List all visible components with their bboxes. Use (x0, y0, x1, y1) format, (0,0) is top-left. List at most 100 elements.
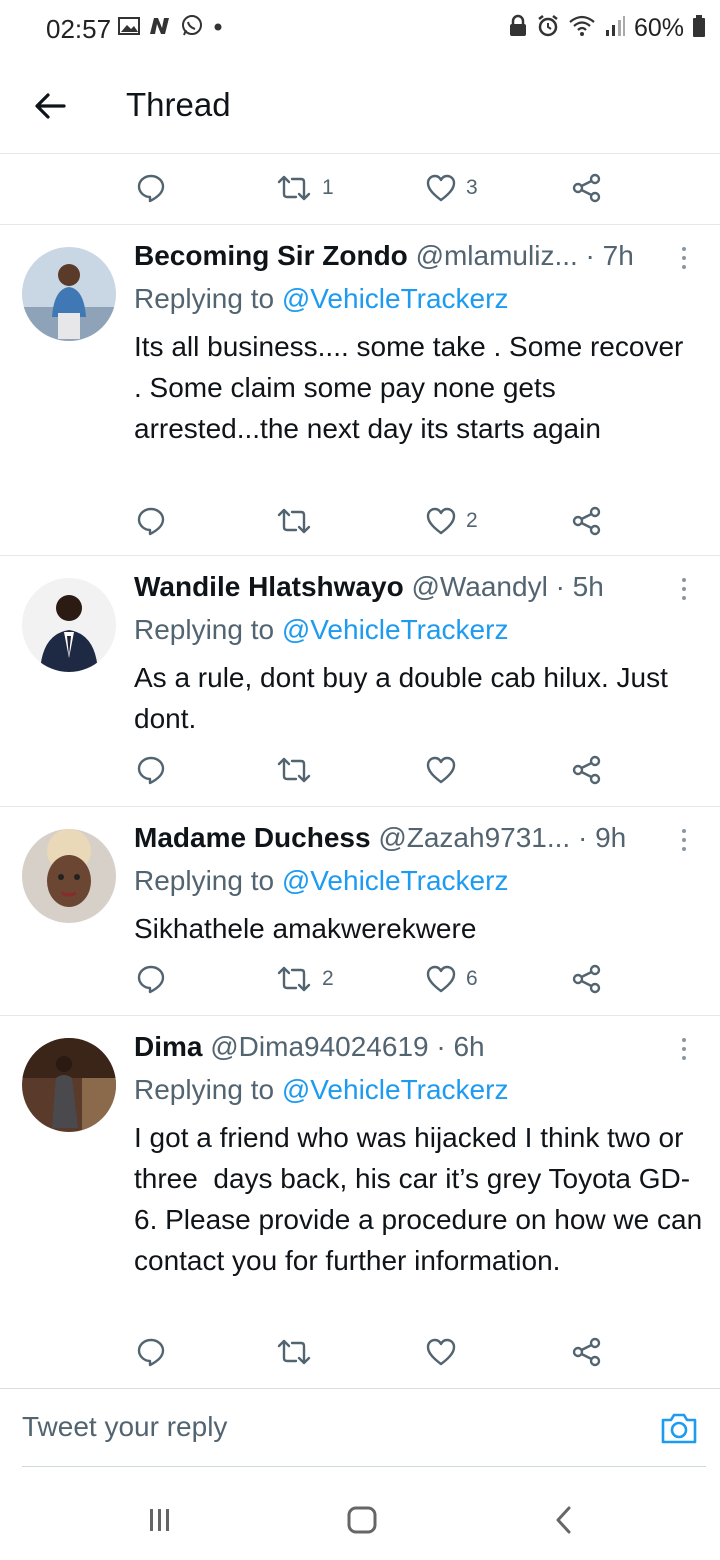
avatar[interactable] (22, 1038, 116, 1132)
tweet-actions: 2 (0, 501, 720, 541)
home-button[interactable] (342, 1500, 382, 1540)
retweet-icon (277, 175, 311, 201)
reply-input[interactable] (22, 1405, 582, 1449)
reply-icon (137, 1338, 165, 1367)
tweet-actions (0, 750, 720, 790)
like-button[interactable]: 6 (426, 959, 478, 999)
author-handle[interactable]: @Zazah9731... (378, 822, 570, 853)
reply-icon (137, 174, 165, 203)
reply-button[interactable] (136, 959, 166, 999)
author-name[interactable]: Madame Duchess (134, 822, 371, 853)
share-button[interactable] (572, 750, 602, 790)
avatar[interactable] (22, 247, 116, 341)
like-count: 2 (466, 509, 478, 532)
status-bar: 02:57 60% (0, 0, 720, 58)
author-name[interactable]: Wandile Hlatshwayo (134, 571, 404, 602)
wifi-icon (568, 14, 596, 43)
system-nav-bar (0, 1478, 720, 1560)
reply-button[interactable] (136, 1332, 166, 1372)
like-count: 6 (466, 967, 478, 990)
heart-icon (426, 965, 456, 993)
more-options-button[interactable] (672, 1031, 696, 1067)
main-tweet-actions: 1 3 (0, 168, 720, 208)
share-button[interactable] (572, 501, 602, 541)
tweet-item[interactable]: Wandile Hlatshwayo @Waandyl · 5h Replyin… (0, 556, 720, 806)
back-nav-button[interactable] (544, 1500, 584, 1540)
tweet-time: · 5h (547, 571, 604, 602)
retweet-icon (277, 966, 311, 992)
replying-to: Replying to @VehicleTrackerz (134, 865, 509, 896)
tweet-time: · 7h (577, 240, 634, 271)
retweet-button[interactable] (276, 501, 322, 541)
share-icon (572, 506, 601, 536)
tweet-text: Its all business.... some take . Some re… (134, 331, 699, 444)
mention-link[interactable]: @VehicleTrackerz (282, 283, 509, 314)
tweet-item[interactable]: Becoming Sir Zondo @mlamuliz... · 7h Rep… (0, 225, 720, 555)
gallery-icon (118, 16, 140, 41)
status-time: 02:57 (46, 14, 112, 44)
dot-icon (212, 20, 224, 38)
tweet-actions: 2 6 (0, 959, 720, 999)
author-handle[interactable]: @Waandyl (411, 571, 547, 602)
tweet-actions (0, 1332, 720, 1372)
mention-link[interactable]: @VehicleTrackerz (282, 865, 509, 896)
retweet-icon (277, 508, 311, 534)
battery-percent: 60% (633, 14, 684, 42)
reply-button[interactable] (136, 168, 166, 208)
retweet-icon (277, 757, 311, 783)
tweet-item[interactable]: Madame Duchess @Zazah9731... · 9h Replyi… (0, 807, 720, 1015)
like-button[interactable]: 2 (426, 501, 478, 541)
more-options-button[interactable] (672, 571, 696, 607)
retweet-button[interactable]: 1 (276, 168, 334, 208)
reply-button[interactable] (136, 750, 166, 790)
retweet-count: 1 (322, 176, 334, 199)
camera-icon (661, 1413, 697, 1444)
avatar[interactable] (22, 578, 116, 672)
mention-link[interactable]: @VehicleTrackerz (282, 614, 509, 645)
mention-link[interactable]: @VehicleTrackerz (282, 1074, 509, 1105)
top-app-bar: Thread (0, 58, 720, 154)
like-button[interactable] (426, 750, 466, 790)
replying-to: Replying to @VehicleTrackerz (134, 614, 509, 645)
replying-to: Replying to @VehicleTrackerz (134, 1074, 509, 1105)
like-button[interactable]: 3 (426, 168, 478, 208)
author-handle[interactable]: @Dima94024619 (210, 1031, 428, 1062)
avatar[interactable] (22, 829, 116, 923)
tweet-item[interactable]: Dima @Dima94024619 · 6h Replying to @Veh… (0, 1016, 720, 1388)
reply-composer (0, 1388, 720, 1468)
more-options-button[interactable] (672, 822, 696, 858)
whatsapp-icon (180, 14, 204, 43)
author-name[interactable]: Dima (134, 1031, 202, 1062)
tweet-time: · 9h (570, 822, 627, 853)
heart-icon (426, 756, 456, 784)
reply-icon (137, 507, 165, 536)
retweet-button[interactable]: 2 (276, 959, 334, 999)
recents-icon (150, 1509, 169, 1531)
share-icon (572, 173, 601, 203)
battery-icon (692, 14, 706, 43)
replying-to: Replying to @VehicleTrackerz (134, 283, 509, 314)
share-button[interactable] (572, 959, 602, 999)
tweet-time: · 6h (428, 1031, 485, 1062)
back-icon (556, 1506, 571, 1534)
author-name[interactable]: Becoming Sir Zondo (134, 240, 408, 271)
recents-button[interactable] (140, 1500, 180, 1540)
heart-icon (426, 1338, 456, 1366)
retweet-button[interactable] (276, 750, 322, 790)
tweet-text: As a rule, dont buy a double cab hilux. … (134, 662, 676, 734)
retweet-button[interactable] (276, 1332, 322, 1372)
like-button[interactable] (426, 1332, 466, 1372)
reply-icon (137, 965, 165, 994)
back-button[interactable] (28, 84, 72, 128)
camera-button[interactable] (660, 1411, 698, 1450)
reply-button[interactable] (136, 501, 166, 541)
share-button[interactable] (572, 1332, 602, 1372)
heart-icon (426, 507, 456, 535)
share-button[interactable] (572, 168, 602, 208)
share-icon (572, 1337, 601, 1367)
arrow-left-icon (35, 93, 66, 119)
author-handle[interactable]: @mlamuliz... (416, 240, 578, 271)
more-options-button[interactable] (672, 240, 696, 276)
signal-icon (604, 14, 626, 43)
reply-icon (137, 756, 165, 785)
